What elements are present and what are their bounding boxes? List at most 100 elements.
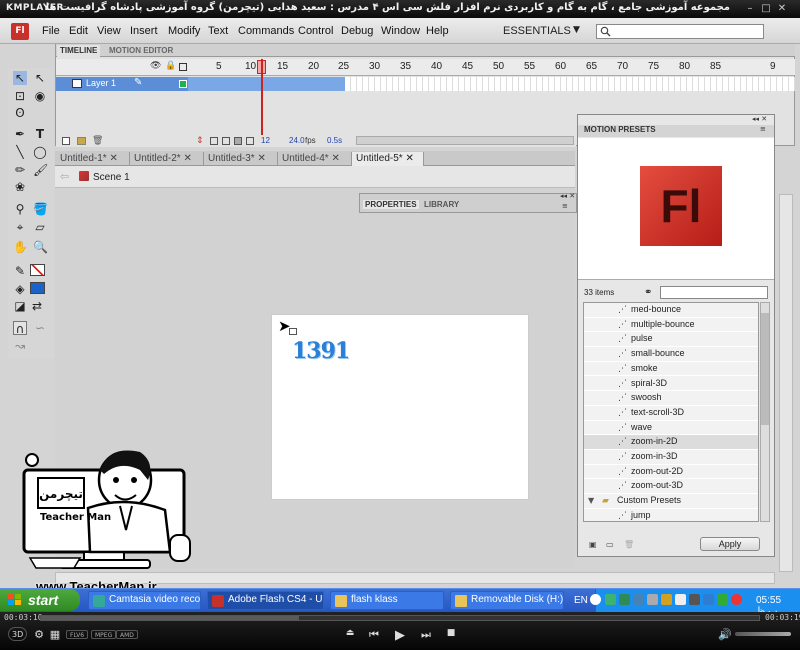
line-tool-icon[interactable]: ╲ [13, 145, 27, 159]
tray-app-icon[interactable] [633, 594, 644, 605]
timeline-hscroll[interactable] [356, 136, 574, 145]
tray-app-icon[interactable] [703, 594, 714, 605]
list-item[interactable]: ⋰ jump [584, 509, 758, 521]
close-tab-icon[interactable]: ✕ [331, 153, 339, 164]
tray-app-icon[interactable] [717, 594, 728, 605]
menu-text[interactable]: Text [208, 25, 228, 37]
eyedropper-icon[interactable]: ⌖ [13, 220, 27, 234]
close-tab-icon[interactable]: ✕ [109, 153, 117, 164]
onion-skin-icon[interactable] [210, 137, 218, 145]
close-tab-icon[interactable]: ✕ [257, 153, 265, 164]
stage-text[interactable]: 1391 [292, 338, 350, 364]
tray-app-icon[interactable] [689, 594, 700, 605]
previous-icon[interactable]: ⏮ [367, 628, 381, 642]
3d-rotation-icon[interactable]: ◉ [33, 89, 47, 103]
paint-bucket-icon[interactable]: 🪣 [33, 202, 48, 216]
help-search-input[interactable] [596, 24, 764, 39]
frame-rate[interactable]: 24.0 [289, 136, 305, 145]
workspace-switcher[interactable]: ESSENTIALS [503, 25, 571, 37]
free-transform-icon[interactable]: ⊡ [13, 89, 27, 103]
onion-outline-icon[interactable] [222, 137, 230, 145]
empty-frames[interactable] [345, 77, 795, 91]
smooth-icon[interactable]: ∽ [33, 321, 47, 335]
black-white-icon[interactable]: ◪ [13, 299, 27, 313]
menu-file[interactable]: File [42, 25, 60, 37]
lasso-icon[interactable]: ʘ [13, 106, 27, 120]
play-icon[interactable]: ▶ [393, 628, 407, 643]
eraser-icon[interactable]: ▱ [33, 220, 47, 234]
delete-icon[interactable]: 🗑 [624, 540, 634, 549]
playhead-line[interactable] [261, 59, 263, 147]
tab-properties[interactable]: PROPERTIES [363, 200, 419, 209]
panel-collapse-icon[interactable]: ◂◂ ✕ [560, 192, 575, 200]
text-tool-icon[interactable]: T [33, 127, 47, 141]
layer-color-swatch[interactable] [179, 80, 187, 88]
doc-tab-4[interactable]: Untitled-4* ✕ [278, 152, 352, 166]
task-camtasia[interactable]: Camtasia video reco... [88, 591, 201, 610]
tab-motion-editor[interactable]: MOTION EDITOR [106, 45, 176, 57]
list-item[interactable]: ⋰ swoosh [584, 391, 758, 406]
outline-icon[interactable] [179, 63, 187, 71]
list-item[interactable]: ⋰ smoke [584, 362, 758, 377]
pencil-tool-icon[interactable]: ✏ [13, 163, 27, 177]
gear-icon[interactable]: ⚙ [32, 628, 46, 641]
doc-tab-5[interactable]: Untitled-5* ✕ [352, 152, 424, 166]
tray-app-icon[interactable] [647, 594, 658, 605]
doc-tab-3[interactable]: Untitled-3* ✕ [204, 152, 278, 166]
tween-span[interactable] [188, 77, 345, 91]
subselection-tool-icon[interactable]: ↖ [33, 71, 47, 85]
new-folder-icon[interactable] [77, 137, 86, 145]
snap-to-objects-icon[interactable]: ∩ [13, 321, 27, 336]
help-icon[interactable] [590, 594, 601, 605]
menu-view[interactable]: View [97, 25, 121, 37]
stroke-color-swatch[interactable] [30, 264, 45, 276]
apply-button[interactable]: Apply [700, 537, 760, 551]
menu-commands[interactable]: Commands [238, 25, 294, 37]
scene-label[interactable]: Scene 1 [93, 172, 130, 183]
hand-tool-icon[interactable]: ✋ [13, 240, 28, 254]
expand-arrow-icon[interactable]: ▼ [588, 496, 594, 505]
task-flash[interactable]: Adobe Flash CS4 - U... [207, 591, 324, 610]
list-item[interactable]: ⋰ multiple-bounce [584, 318, 758, 333]
zoom-tool-icon[interactable]: 🔍 [33, 240, 48, 254]
pen-tool-icon[interactable]: ✒ [13, 127, 27, 141]
maximize-icon[interactable]: □ [760, 3, 772, 14]
flv-badge[interactable]: FLV6 [66, 630, 89, 639]
language-indicator[interactable]: EN [574, 595, 588, 606]
tray-app-icon[interactable] [675, 594, 686, 605]
fill-color-swatch[interactable] [30, 282, 45, 294]
menu-window[interactable]: Window [381, 25, 420, 37]
preset-search-input[interactable] [660, 286, 768, 299]
modify-markers-icon[interactable] [246, 137, 254, 145]
menu-modify[interactable]: Modify [168, 25, 200, 37]
straighten-icon[interactable]: ↝ [13, 339, 27, 353]
list-item[interactable]: ⋰ small-bounce [584, 347, 758, 362]
panel-collapse-icon[interactable]: ◂◂ ✕ [752, 115, 767, 123]
selection-tool-icon[interactable]: ↖ [13, 71, 27, 85]
mpeg-badge[interactable]: MPEG [91, 630, 117, 639]
list-item[interactable]: ⋰ text-scroll-3D [584, 406, 758, 421]
brush-tool-icon[interactable]: 🖌 [33, 163, 48, 177]
eject-icon[interactable]: ⏏ [343, 628, 357, 638]
volume-slider[interactable] [735, 632, 791, 636]
menu-control[interactable]: Control [298, 25, 333, 37]
close-icon[interactable]: ✕ [776, 3, 788, 14]
bone-tool-icon[interactable]: ⚲ [13, 202, 27, 216]
task-flash-klass[interactable]: flash klass [330, 591, 444, 610]
save-preset-icon[interactable]: ▣ [589, 540, 598, 549]
tab-library[interactable]: LIBRARY [424, 200, 459, 209]
tray-app-icon[interactable] [605, 594, 616, 605]
tray-app-icon[interactable] [661, 594, 672, 605]
playlist-icon[interactable]: ▦ [48, 628, 62, 641]
list-item-selected[interactable]: ⋰ zoom-in-2D [584, 435, 758, 450]
scrollbar-thumb[interactable] [761, 313, 769, 425]
chevron-down-icon[interactable]: ▼ [573, 25, 580, 35]
next-icon[interactable]: ⏭ [419, 628, 433, 642]
stop-icon[interactable]: ■ [444, 628, 458, 638]
stroke-color-icon[interactable]: ✎ [13, 264, 27, 278]
list-item[interactable]: ⋰ zoom-in-3D [584, 450, 758, 465]
minimize-icon[interactable]: – [744, 3, 756, 14]
close-tab-icon[interactable]: ✕ [405, 153, 413, 164]
center-frame-icon[interactable]: ⇕ [196, 136, 204, 146]
fill-color-icon[interactable]: ◈ [13, 282, 27, 296]
